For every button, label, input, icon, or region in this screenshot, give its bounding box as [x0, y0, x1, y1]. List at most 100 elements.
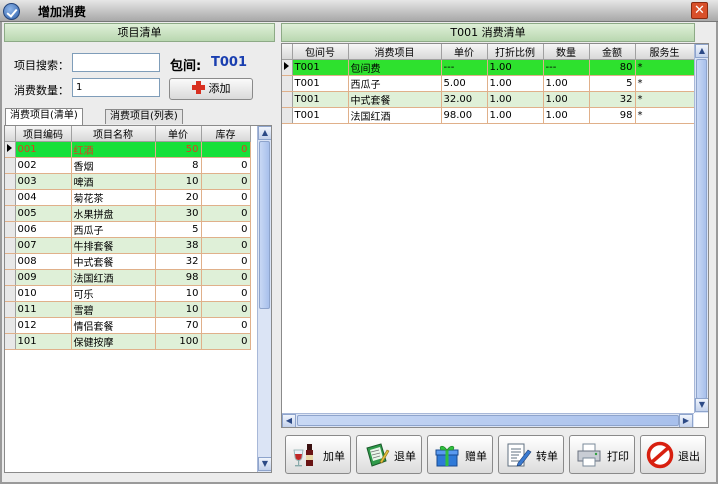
item-name-cell: 红酒	[71, 141, 156, 158]
quantity-label: 消费数量：	[14, 84, 69, 97]
item-code-cell: 003	[15, 173, 72, 190]
table-row[interactable]: 007 牛排套餐 38 0	[5, 237, 251, 254]
col-header-item[interactable]: 消费项目	[348, 44, 442, 60]
col-header-room[interactable]: 包间号	[292, 44, 349, 60]
consumption-grid-vscroll[interactable]: ▲ ▼	[694, 44, 708, 413]
item-code-cell: 009	[15, 269, 72, 286]
add-order-button[interactable]: 加单	[285, 435, 351, 474]
row-indicator	[5, 189, 16, 206]
print-button[interactable]: 打印	[569, 435, 635, 474]
empty-row	[5, 364, 250, 380]
table-row[interactable]: 012 情侣套餐 70 0	[5, 317, 251, 334]
item-stock-cell: 0	[201, 333, 251, 350]
item-stock-cell: 0	[201, 285, 251, 302]
table-row[interactable]: T001 包间费 --- 1.00 --- 80 *	[282, 59, 695, 76]
empty-row	[5, 349, 250, 365]
scroll-down-icon[interactable]: ▼	[258, 457, 271, 471]
item-code-cell: 008	[15, 253, 72, 270]
close-button[interactable]: ✕	[691, 2, 708, 19]
table-row[interactable]: T001 西瓜子 5.00 1.00 1.00 5 *	[282, 75, 695, 92]
item-grid-scrollbar[interactable]: ▲ ▼	[257, 126, 271, 472]
hscroll-thumb[interactable]	[297, 415, 679, 426]
table-row[interactable]: T001 法国红酒 98.00 1.00 1.00 98 *	[282, 107, 695, 124]
row-indicator	[5, 157, 16, 174]
item-name-cell: 雪碧	[71, 301, 156, 318]
table-row[interactable]: 008 中式套餐 32 0	[5, 253, 251, 270]
table-row[interactable]: 009 法国红酒 98 0	[5, 269, 251, 286]
item-stock-cell: 0	[201, 301, 251, 318]
table-row[interactable]: 001 红酒 50 0	[5, 141, 251, 158]
empty-row	[5, 424, 250, 440]
table-row[interactable]: 010 可乐 10 0	[5, 285, 251, 302]
item-stock-cell: 0	[201, 253, 251, 270]
item-price-cell: 5	[155, 221, 202, 238]
quantity-cell: 1.00	[543, 91, 590, 108]
scroll-up-icon[interactable]: ▲	[258, 126, 271, 140]
transfer-order-button[interactable]: 转单	[498, 435, 564, 474]
col-header-quantity[interactable]: 数量	[543, 44, 590, 60]
add-item-button[interactable]: 添加	[169, 78, 253, 100]
scroll-right-icon[interactable]: ▶	[679, 414, 693, 427]
scroll-up-icon[interactable]: ▲	[695, 44, 708, 58]
item-price-cell: 32	[155, 253, 202, 270]
edit-document-icon	[507, 443, 532, 467]
item-price-cell: 50	[155, 141, 202, 158]
refund-order-button[interactable]: 退单	[356, 435, 422, 474]
col-header-discount[interactable]: 打折比例	[487, 44, 544, 60]
item-name-cell: 中式套餐	[71, 253, 156, 270]
item-grid: 项目编码 项目名称 单价 库存 001 红酒 50 0 002 香烟 8 0 003 啤酒 10 0 0…	[4, 125, 272, 473]
table-row[interactable]: 002 香烟 8 0	[5, 157, 251, 174]
gift-order-button[interactable]: 赠单	[427, 435, 493, 474]
table-row[interactable]: T001 中式套餐 32.00 1.00 1.00 32 *	[282, 91, 695, 108]
col-header-code[interactable]: 项目编码	[15, 126, 72, 142]
app-icon[interactable]	[3, 3, 20, 20]
consumption-list-title: T001 消费清单	[281, 23, 695, 42]
item-code-cell: 011	[15, 301, 72, 318]
table-row[interactable]: 003 啤酒 10 0	[5, 173, 251, 190]
item-code-cell: 010	[15, 285, 72, 302]
search-input[interactable]	[72, 53, 160, 72]
row-indicator	[282, 91, 293, 108]
empty-row	[5, 409, 250, 425]
discount-cell: 1.00	[487, 107, 544, 124]
col-header-stock[interactable]: 库存	[201, 126, 251, 142]
item-name-cell: 香烟	[71, 157, 156, 174]
gift-icon	[435, 445, 459, 467]
table-row[interactable]: 006 西瓜子 5 0	[5, 221, 251, 238]
waiter-cell: *	[635, 107, 695, 124]
item-price-cell: 10	[155, 285, 202, 302]
vscroll-thumb[interactable]	[696, 59, 707, 399]
col-header-price[interactable]: 单价	[155, 126, 202, 142]
scroll-down-icon[interactable]: ▼	[695, 398, 708, 412]
consumption-grid-hscroll[interactable]: ◀ ▶	[282, 413, 694, 427]
scroll-left-icon[interactable]: ◀	[282, 414, 296, 427]
col-header-price[interactable]: 单价	[441, 44, 488, 60]
col-header-name[interactable]: 项目名称	[71, 126, 156, 142]
table-row[interactable]: 005 水果拼盘 30 0	[5, 205, 251, 222]
row-indicator	[5, 285, 16, 302]
col-header-waiter[interactable]: 服务生	[635, 44, 695, 60]
quantity-input[interactable]: 1	[72, 78, 160, 97]
title-bar: 增加消费 ✕	[0, 0, 718, 22]
empty-row	[5, 439, 250, 455]
table-row[interactable]: 004 菊花茶 20 0	[5, 189, 251, 206]
consumption-grid: 包间号 消费项目 单价 打折比例 数量 金额 服务生 T001 包间费 --- 1.0…	[281, 43, 709, 428]
item-name-cell: 水果拼盘	[71, 205, 156, 222]
item-name-cell: 法国红酒	[71, 269, 156, 286]
room-cell: T001	[292, 107, 349, 124]
col-header-amount[interactable]: 金额	[589, 44, 636, 60]
exit-button[interactable]: 退出	[640, 435, 706, 474]
row-indicator	[282, 107, 293, 124]
item-code-cell: 101	[15, 333, 72, 350]
table-row[interactable]: 011 雪碧 10 0	[5, 301, 251, 318]
tab-item-table[interactable]: 消费项目(列表)	[105, 109, 183, 124]
scroll-thumb[interactable]	[259, 141, 270, 309]
table-row[interactable]: 101 保健按摩 100 0	[5, 333, 251, 350]
row-indicator	[282, 75, 293, 92]
item-name-cell: 菊花茶	[71, 189, 156, 206]
waiter-cell: *	[635, 75, 695, 92]
notebook-icon	[366, 443, 390, 467]
item-code-cell: 001	[15, 141, 72, 158]
tab-item-list[interactable]: 消费项目(清单)	[5, 108, 83, 125]
room-cell: T001	[292, 91, 349, 108]
